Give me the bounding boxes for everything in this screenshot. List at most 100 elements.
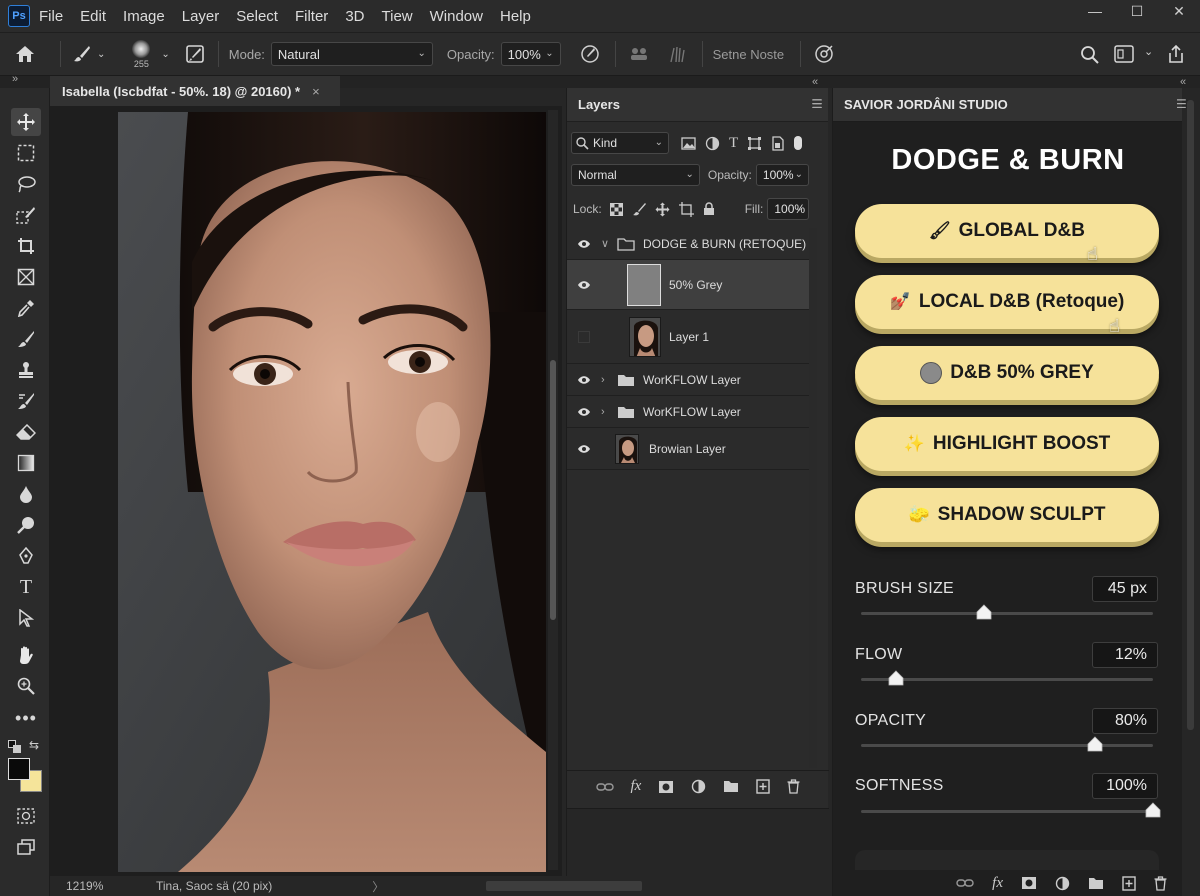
marquee-tool-icon[interactable] — [11, 139, 41, 167]
clone-stamp-tool-icon[interactable] — [11, 356, 41, 384]
studio-panel-menu-icon[interactable]: ☰ — [1176, 97, 1194, 111]
gradient-tool-icon[interactable] — [11, 449, 41, 477]
extra-option-label[interactable]: Setne Noste — [713, 47, 785, 62]
new-group-folder-icon[interactable] — [723, 780, 739, 793]
brush-size-slider[interactable] — [861, 612, 1153, 615]
flow-value[interactable]: 12% — [1092, 642, 1158, 668]
history-brush-tool-icon[interactable] — [11, 387, 41, 415]
layer-opacity-input[interactable]: 100% ⌄ — [755, 164, 809, 186]
portrait-photo[interactable] — [118, 112, 546, 872]
menu-help[interactable]: Help — [500, 8, 531, 25]
add-mask-icon[interactable] — [1021, 876, 1037, 890]
zoom-tool-icon[interactable] — [11, 672, 41, 700]
link-layers-icon[interactable] — [956, 878, 974, 888]
airbrush-icon[interactable] — [626, 47, 652, 61]
new-layer-icon[interactable] — [1122, 875, 1136, 891]
menu-image[interactable]: Image — [123, 8, 165, 25]
layers-scrollbar[interactable] — [809, 228, 817, 768]
default-colors-icon[interactable] — [8, 740, 22, 757]
foreground-color-swatch[interactable] — [8, 758, 30, 780]
zoom-level[interactable]: 1219% — [50, 879, 116, 893]
filter-toggle-switch[interactable] — [794, 136, 803, 150]
menu-layer[interactable]: Layer — [182, 8, 220, 25]
lock-all-icon[interactable] — [703, 202, 715, 216]
fill-input[interactable]: 100% ⌄ — [767, 198, 809, 220]
visibility-eye-icon[interactable] — [567, 407, 601, 417]
status-menu-chevron-icon[interactable]: 〉 — [372, 878, 384, 895]
global-db-button[interactable]: 🖌 GLOBAL D&B — [855, 204, 1159, 258]
layer-row-workflow-1[interactable]: › WorKFLOW Layer — [567, 364, 809, 396]
lock-transparent-pixels-icon[interactable] — [609, 202, 623, 216]
new-layer-icon[interactable] — [756, 779, 771, 794]
new-adjustment-layer-icon[interactable] — [691, 779, 706, 794]
opacity-value[interactable]: 80% — [1092, 708, 1158, 734]
share-icon[interactable] — [1166, 44, 1186, 64]
softness-slider[interactable] — [861, 810, 1153, 813]
more-tools-icon[interactable]: ••• — [11, 704, 41, 732]
canvas-area[interactable] — [50, 106, 562, 876]
studio-scrollbar[interactable] — [1183, 88, 1200, 896]
brush-settings-icon[interactable] — [182, 45, 208, 63]
document-tab[interactable]: Isabella (Iscbdfat - 50%. 18) @ 20160) *… — [50, 76, 340, 106]
menu-view[interactable]: Tiew — [382, 8, 413, 25]
lock-position-icon[interactable] — [655, 202, 670, 217]
visibility-toggle-empty[interactable] — [567, 330, 601, 343]
slider-thumb[interactable] — [888, 670, 904, 686]
collapse-layers-icon[interactable]: « — [812, 76, 818, 88]
opacity-input[interactable]: 100% ⌄ — [500, 42, 561, 66]
layer-row-layer-1[interactable]: Layer 1 — [567, 310, 809, 364]
adjustment-layer-filter-icon[interactable] — [705, 136, 720, 151]
brush-size-value[interactable]: 45 px — [1092, 576, 1158, 602]
expand-group-chevron-icon[interactable]: › — [601, 406, 615, 418]
expand-group-chevron-icon[interactable]: › — [601, 374, 615, 386]
canvas-vertical-scrollbar[interactable] — [548, 110, 558, 870]
smoothing-icon[interactable] — [662, 45, 692, 63]
search-icon[interactable] — [1080, 45, 1100, 65]
workspace-icon[interactable] — [1114, 45, 1134, 63]
brush-preset-picker[interactable]: 255 — [121, 39, 161, 69]
menu-filter[interactable]: Filter — [295, 8, 328, 25]
highlight-boost-button[interactable]: ✨ HIGHLIGHT BOOST — [855, 417, 1159, 471]
layers-panel-menu-icon[interactable]: ☰ — [812, 97, 1194, 111]
visibility-eye-icon[interactable] — [567, 280, 601, 290]
softness-value[interactable]: 100% — [1092, 773, 1158, 799]
pen-tool-icon[interactable] — [11, 542, 41, 570]
menu-select[interactable]: Select — [236, 8, 278, 25]
lock-image-pixels-icon[interactable] — [632, 202, 646, 216]
pressure-opacity-icon[interactable] — [575, 44, 605, 64]
smart-object-filter-icon[interactable] — [771, 135, 785, 151]
swap-colors-icon[interactable]: ⇆ — [29, 738, 39, 752]
blend-mode-select[interactable]: Normal ⌄ — [571, 164, 700, 186]
layer-style-fx-icon[interactable]: fx — [992, 875, 1003, 892]
eyedropper-tool-icon[interactable] — [11, 294, 41, 322]
chevron-down-icon[interactable]: ⌄ — [161, 49, 169, 60]
expand-group-chevron-icon[interactable]: ∨ — [601, 237, 615, 250]
scrollbar-thumb[interactable] — [550, 360, 556, 620]
kind-filter-select[interactable]: Kind ⌄ — [571, 132, 669, 154]
visibility-eye-icon[interactable] — [567, 444, 601, 454]
collapse-studio-icon[interactable]: « — [1180, 76, 1186, 88]
expand-toolbar-icon[interactable]: » — [12, 73, 18, 85]
delete-layer-trash-icon[interactable] — [787, 779, 800, 794]
type-layer-filter-icon[interactable]: T — [729, 135, 738, 152]
eraser-tool-icon[interactable] — [11, 418, 41, 446]
minimize-button[interactable]: — — [1074, 0, 1116, 22]
shadow-sculpt-button[interactable]: 🧽 SHADOW SCULPT — [855, 488, 1159, 542]
blur-tool-icon[interactable] — [11, 480, 41, 508]
menu-file[interactable]: File — [39, 8, 63, 25]
link-layers-icon[interactable] — [595, 782, 614, 792]
lasso-tool-icon[interactable] — [11, 170, 41, 198]
flow-slider[interactable] — [861, 678, 1153, 681]
symmetry-icon[interactable] — [811, 44, 837, 64]
layer-row-50-grey[interactable]: 50% Grey — [567, 260, 809, 310]
move-tool-icon[interactable] — [11, 108, 41, 136]
new-adjustment-layer-icon[interactable] — [1055, 876, 1070, 891]
layer-row-browian[interactable]: Browian Layer — [567, 428, 809, 470]
layers-tab[interactable]: Layers — [578, 97, 620, 112]
pixel-layer-filter-icon[interactable] — [681, 136, 696, 150]
layer-row-dodge-burn-group[interactable]: ∨ DODGE & BURN (RETOQUE) — [567, 228, 809, 260]
slider-thumb[interactable] — [1145, 802, 1161, 818]
crop-tool-icon[interactable] — [11, 232, 41, 260]
dodge-tool-icon[interactable] — [11, 511, 41, 539]
scrollbar-thumb[interactable] — [1187, 100, 1194, 730]
